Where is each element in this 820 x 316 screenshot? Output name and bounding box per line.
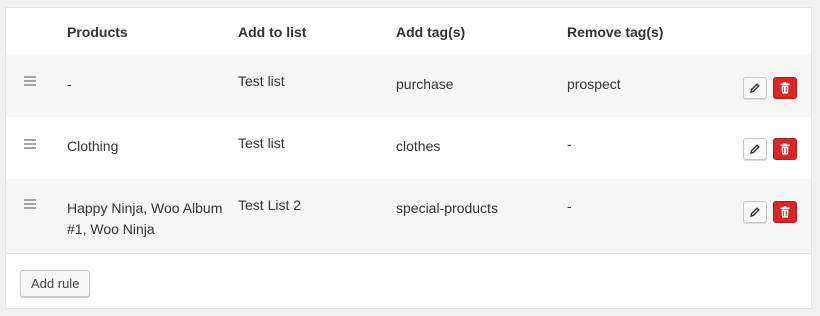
trash-icon <box>780 82 790 94</box>
row-list: Test List 2 <box>238 197 302 213</box>
row-add-tags: clothes <box>396 138 441 154</box>
row-add-tags: special-products <box>396 200 498 216</box>
row-products: - <box>67 76 72 92</box>
row-list: Test list <box>238 73 285 89</box>
table-footer: Add rule <box>6 253 811 311</box>
edit-button[interactable] <box>743 77 767 99</box>
table-header: Products Add to list Add tag(s) Remove t… <box>6 8 811 56</box>
drag-handle-icon[interactable] <box>24 76 36 86</box>
header-products: Products <box>67 24 128 40</box>
delete-button[interactable] <box>773 201 797 223</box>
header-remove-tags: Remove tag(s) <box>567 24 664 40</box>
header-add-to-list: Add to list <box>238 24 307 40</box>
drag-handle-icon[interactable] <box>24 139 36 149</box>
edit-button[interactable] <box>743 138 767 160</box>
row-products: Happy Ninja, Woo Album #1, Woo Ninja <box>67 200 223 237</box>
add-rule-button[interactable]: Add rule <box>20 270 91 297</box>
trash-icon <box>780 206 790 218</box>
delete-button[interactable] <box>773 77 797 99</box>
table-row: Clothing Test list clothes - <box>6 117 811 179</box>
pencil-icon <box>750 207 760 217</box>
row-remove-tags: - <box>567 198 572 214</box>
table-row: Happy Ninja, Woo Album #1, Woo Ninja Tes… <box>6 179 811 253</box>
header-add-tags: Add tag(s) <box>396 24 466 40</box>
row-remove-tags: - <box>567 136 572 152</box>
pencil-icon <box>750 144 760 154</box>
delete-button[interactable] <box>773 138 797 160</box>
row-products: Clothing <box>67 138 119 154</box>
row-add-tags: purchase <box>396 76 454 92</box>
drag-handle-icon[interactable] <box>24 199 36 209</box>
trash-icon <box>780 143 790 155</box>
table-row: - Test list purchase prospect <box>6 55 811 117</box>
row-list: Test list <box>238 135 285 151</box>
row-remove-tags: prospect <box>567 76 621 92</box>
edit-button[interactable] <box>743 201 767 223</box>
pencil-icon <box>750 83 760 93</box>
rules-panel: Products Add to list Add tag(s) Remove t… <box>5 7 812 309</box>
